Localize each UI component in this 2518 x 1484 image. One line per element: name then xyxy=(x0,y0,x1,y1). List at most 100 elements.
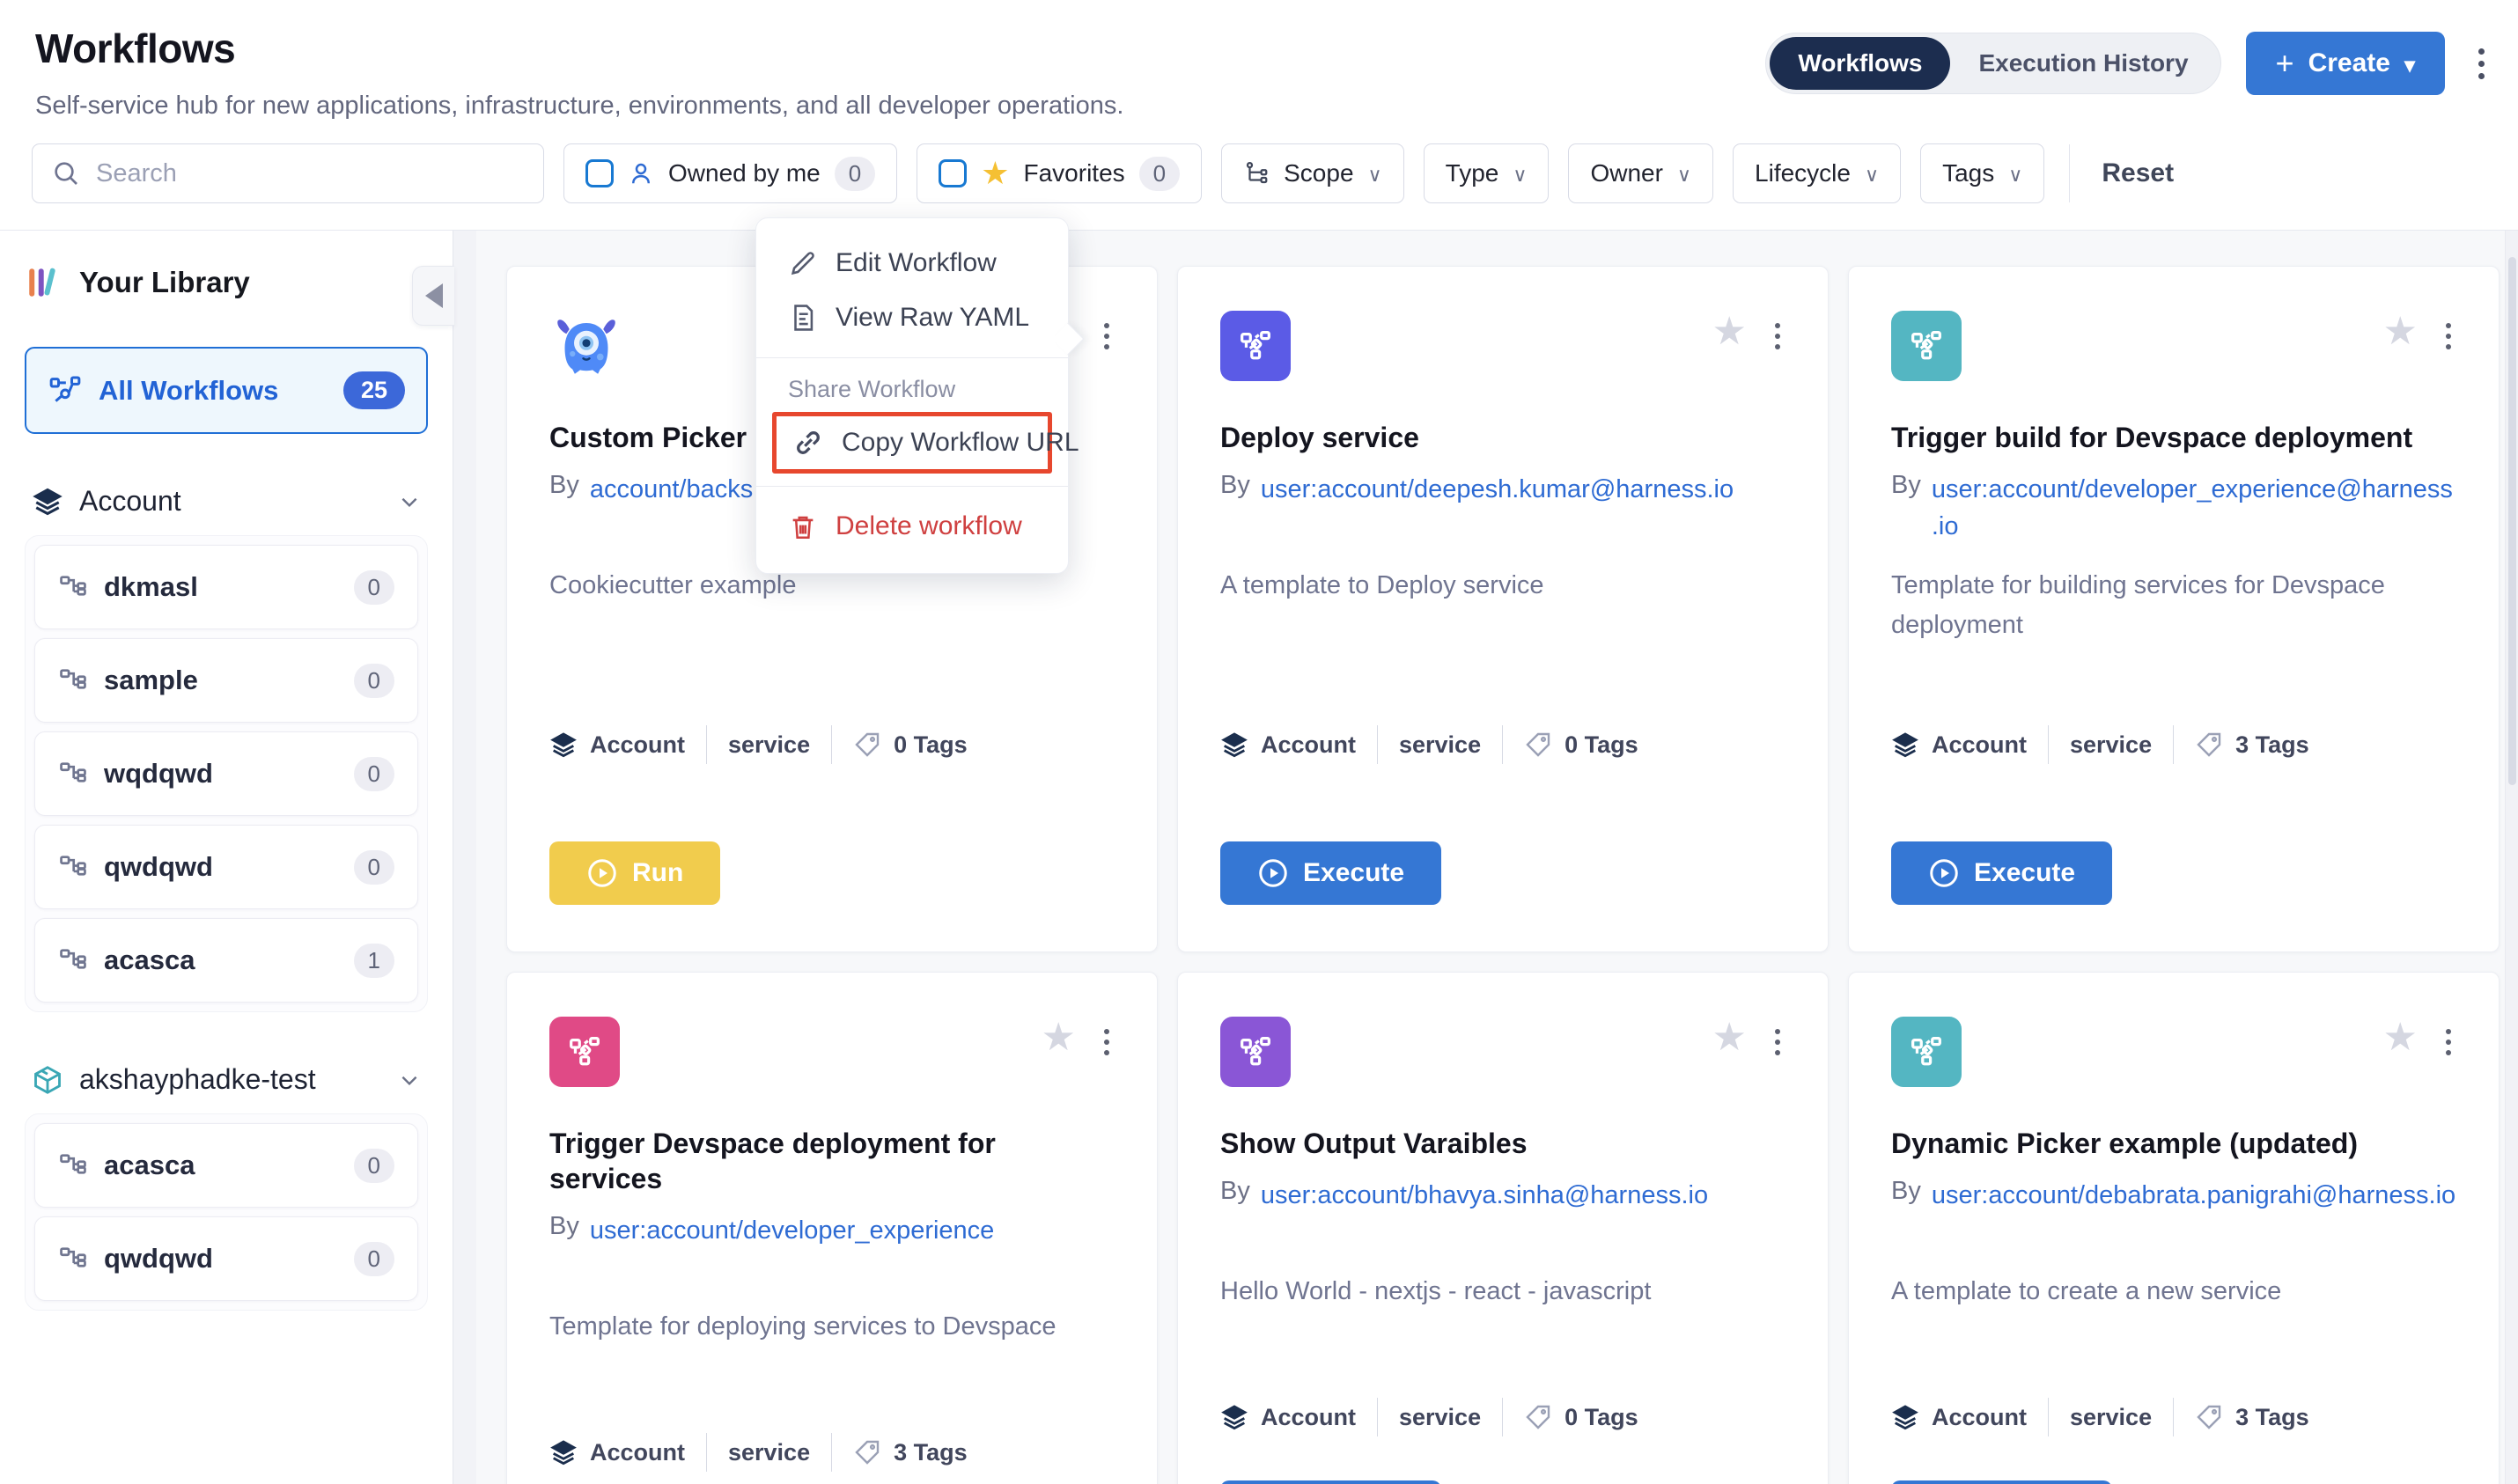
execute-button[interactable]: Execute xyxy=(1220,841,1441,905)
cube-icon xyxy=(32,1064,63,1096)
card-footer: Accountservice0 Tags xyxy=(1220,1395,1785,1439)
workflow-description: Cookiecutter example xyxy=(549,566,1115,723)
owner-link[interactable]: user:account/deepesh.kumar@harness.io xyxy=(1261,471,1734,508)
card-kebab-menu[interactable] xyxy=(1770,316,1785,356)
sidebar-item-qwdqwd[interactable]: qwdqwd0 xyxy=(34,825,418,909)
workflow-description: Template for building services for Devsp… xyxy=(1891,566,2456,723)
menu-item-delete-workflow[interactable]: Delete workflow xyxy=(756,499,1068,554)
owned-by-me-label: Owned by me xyxy=(668,159,821,187)
filter-dropdown-type[interactable]: Type∨ xyxy=(1424,143,1550,203)
search-input[interactable] xyxy=(96,159,524,188)
filter-dropdown-lifecycle[interactable]: Lifecycle∨ xyxy=(1733,143,1901,203)
filter-dropdown-owner[interactable]: Owner∨ xyxy=(1568,143,1713,203)
menu-item-copy-workflow-url[interactable]: Copy Workflow URL xyxy=(777,416,1048,469)
sidebar-item-acasca[interactable]: acasca1 xyxy=(34,918,418,1003)
execute-button[interactable]: Execute xyxy=(1220,1480,1441,1484)
filter-divider xyxy=(2069,144,2070,202)
reset-filters-link[interactable]: Reset xyxy=(2102,158,2174,188)
sidebar-item-acasca[interactable]: acasca0 xyxy=(34,1123,418,1208)
sidebar-item-count: 0 xyxy=(354,1149,394,1183)
org-project-icon xyxy=(58,759,88,789)
create-button[interactable]: + Create ▾ xyxy=(2246,32,2445,95)
favorite-star-icon[interactable]: ★ xyxy=(1042,1018,1076,1057)
owner-link[interactable]: user:account/bhavya.sinha@harness.io xyxy=(1261,1177,1708,1214)
page-subtitle: Self-service hub for new applications, i… xyxy=(35,92,1123,121)
filter-dropdown-tags[interactable]: Tags∨ xyxy=(1920,143,2044,203)
section-header-akshayphadke-test[interactable]: akshayphadke-test xyxy=(25,1063,428,1113)
dropdown-filters: Scope∨ Type∨ Owner∨ Lifecycle∨ Tags∨ xyxy=(1221,143,2044,203)
workflow-tile-icon xyxy=(1220,311,1291,381)
view-raw-yaml-label: View Raw YAML xyxy=(836,303,1029,333)
card-footer: Accountservice3 Tags xyxy=(1891,1395,2456,1439)
owner-link[interactable]: user:account/debabrata.panigrahi@harness… xyxy=(1932,1177,2455,1214)
workflow-owner-row: By user:account/developer_experience xyxy=(549,1212,1115,1307)
body-row: Your Library All Workflows 25 Accountdkm… xyxy=(0,231,2518,1484)
scrollbar-thumb[interactable] xyxy=(2508,257,2516,785)
tags-badge: 0 Tags xyxy=(1524,1403,1638,1431)
search-icon xyxy=(52,159,80,187)
execute-button[interactable]: Execute xyxy=(1891,1480,2112,1484)
tab-workflows[interactable]: Workflows xyxy=(1770,37,1950,90)
search-box[interactable] xyxy=(32,143,544,203)
owner-link[interactable]: user:account/developer_experience xyxy=(590,1212,994,1249)
sidebar-item-sample[interactable]: sample0 xyxy=(34,638,418,723)
tag-icon xyxy=(853,1438,881,1466)
workflow-title: Deploy service xyxy=(1220,420,1785,455)
workflow-icon xyxy=(48,373,83,408)
type-label: service xyxy=(1399,731,1481,759)
workflow-description: A template to create a new service xyxy=(1891,1272,2456,1395)
type-label: service xyxy=(2070,731,2152,759)
sidebar-item-wqdqwd[interactable]: wqdqwd0 xyxy=(34,731,418,816)
by-label: By xyxy=(549,471,579,500)
owned-by-me-checkbox[interactable] xyxy=(585,159,614,187)
filter-dropdown-scope[interactable]: Scope∨ xyxy=(1221,143,1404,203)
menu-item-view-raw-yaml[interactable]: View Raw YAML xyxy=(756,290,1068,345)
owned-by-me-filter[interactable]: Owned by me 0 xyxy=(563,143,897,203)
action-button-label: Execute xyxy=(1974,858,2075,888)
page-kebab-menu[interactable] xyxy=(2470,40,2493,88)
card-kebab-menu[interactable] xyxy=(1770,1022,1785,1062)
sidebar-scrollbar-gutter[interactable] xyxy=(453,231,476,1484)
org-project-icon xyxy=(58,572,88,602)
sidebar-item-qwdqwd[interactable]: qwdqwd0 xyxy=(34,1216,418,1301)
chevron-down-icon xyxy=(398,490,421,513)
card-kebab-menu[interactable] xyxy=(1099,1022,1115,1062)
org-project-icon xyxy=(58,1244,88,1274)
section-header-account[interactable]: Account xyxy=(25,485,428,535)
card-header: ★ xyxy=(1891,311,2456,381)
workflow-card: ★Dynamic Picker example (updated)Byuser:… xyxy=(1848,972,2500,1484)
sidebar-item-all-workflows[interactable]: All Workflows 25 xyxy=(25,347,428,434)
favorites-filter[interactable]: ★ Favorites 0 xyxy=(917,143,1202,203)
favorite-star-icon[interactable]: ★ xyxy=(1712,312,1747,351)
workflow-owner-row: Byuser:account/deepesh.kumar@harness.io xyxy=(1220,471,1785,566)
by-label: By xyxy=(549,1212,579,1241)
owner-link[interactable]: user:account/developer_experience@harnes… xyxy=(1932,471,2456,545)
scope-badge: Account xyxy=(549,731,685,759)
card-kebab-menu[interactable] xyxy=(2441,316,2456,356)
all-workflows-count-badge: 25 xyxy=(343,371,405,409)
sidebar-item-count: 0 xyxy=(354,664,394,698)
execute-button[interactable]: Execute xyxy=(1891,841,2112,905)
run-button[interactable]: Run xyxy=(549,841,720,905)
menu-item-edit-workflow[interactable]: Edit Workflow xyxy=(756,236,1068,290)
sidebar-collapse-button[interactable] xyxy=(412,266,454,326)
tags-label: 0 Tags xyxy=(894,731,968,759)
favorites-checkbox[interactable] xyxy=(939,159,967,187)
tab-execution-history[interactable]: Execution History xyxy=(1950,37,2216,90)
copy-workflow-url-label: Copy Workflow URL xyxy=(842,428,1079,458)
card-kebab-menu[interactable] xyxy=(1099,316,1115,356)
favorite-star-icon[interactable]: ★ xyxy=(1712,1018,1747,1057)
section-items-box: dkmasl0 sample0wqdqwd0 qwdqwd0 acasca1 xyxy=(25,535,428,1012)
favorite-star-icon[interactable]: ★ xyxy=(2383,312,2418,351)
workflow-tile-icon xyxy=(549,1017,620,1087)
workflow-context-menu: Edit Workflow View Raw YAML Share Workfl… xyxy=(755,217,1069,574)
owner-link[interactable]: account/backs xyxy=(590,471,753,508)
filter-dropdown-label: Tags xyxy=(1942,159,1994,187)
favorite-star-icon[interactable]: ★ xyxy=(2383,1018,2418,1057)
play-icon xyxy=(1928,857,1960,889)
sidebar-item-dkmasl[interactable]: dkmasl0 xyxy=(34,545,418,629)
tags-badge: 3 Tags xyxy=(2195,1403,2309,1431)
content-scrollbar[interactable] xyxy=(2505,231,2518,1484)
menu-divider xyxy=(756,357,1068,358)
card-kebab-menu[interactable] xyxy=(2441,1022,2456,1062)
